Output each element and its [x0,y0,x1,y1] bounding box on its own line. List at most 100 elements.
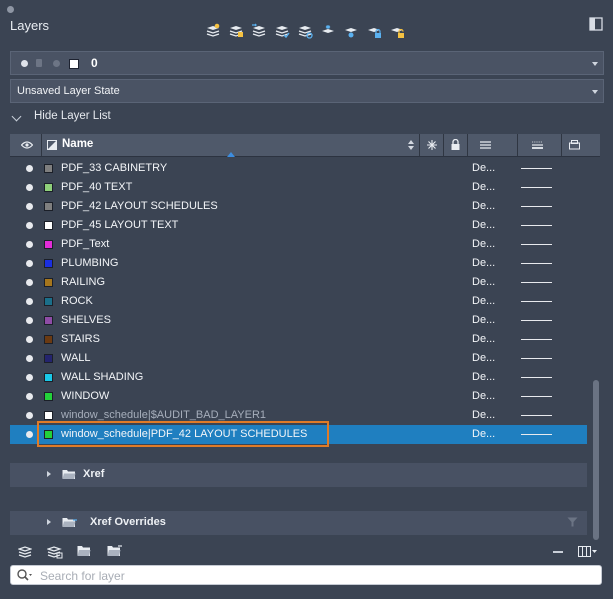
layer-linetype[interactable]: De... [472,238,495,250]
layer-on-icon[interactable] [26,298,33,305]
layer-linetype[interactable]: De... [472,181,495,193]
layer-color-swatch[interactable] [44,411,53,420]
layer-on-icon[interactable] [26,431,33,438]
layer-color-swatch[interactable] [44,183,53,192]
table-row[interactable]: PDF_33 CABINETRY De... [10,159,587,178]
group-xref-overrides[interactable]: Xref Overrides [10,511,587,535]
layer-color-swatch[interactable] [44,297,53,306]
layer-on-icon[interactable] [26,393,33,400]
table-row[interactable]: SHELVES De... [10,311,587,330]
new-layer-icon[interactable] [203,22,224,42]
close-button[interactable] [7,6,14,13]
column-linetype[interactable] [468,134,518,156]
column-freeze[interactable] [420,134,444,156]
layer-color-swatch[interactable] [44,373,53,382]
lock-layer-icon[interactable] [364,22,385,42]
layer-lineweight[interactable] [521,339,552,340]
layer-color-swatch[interactable] [44,354,53,363]
layer-color-swatch[interactable] [44,335,53,344]
layer-lineweight[interactable] [521,225,552,226]
layer-color-swatch[interactable] [44,164,53,173]
layer-linetype[interactable]: De... [472,371,495,383]
table-row[interactable]: ROCK De... [10,292,587,311]
table-row[interactable]: PLUMBING De... [10,254,587,273]
isolate-layer-icon[interactable] [341,22,362,42]
layer-lineweight[interactable] [521,415,552,416]
column-lock[interactable] [444,134,468,156]
layer-color-swatch[interactable] [44,240,53,249]
set-current-layer-icon[interactable] [272,22,293,42]
layer-lineweight[interactable] [521,168,552,169]
layer-lineweight[interactable] [521,320,552,321]
layer-lineweight[interactable] [521,263,552,264]
layer-color-swatch[interactable] [44,202,53,211]
group-xref[interactable]: Xref [10,463,587,487]
layer-lineweight[interactable] [521,396,552,397]
table-row[interactable]: PDF_Text De... [10,235,587,254]
freeze-layer-icon[interactable] [318,22,339,42]
collapse-icon[interactable] [553,551,563,553]
table-row[interactable]: STAIRS De... [10,330,587,349]
vertical-scrollbar[interactable] [593,380,599,540]
layer-linetype[interactable]: De... [472,428,495,440]
layer-states-folder-icon[interactable] [107,545,123,557]
layer-lineweight[interactable] [521,301,552,302]
layer-linetype[interactable]: De... [472,314,495,326]
layer-on-icon[interactable] [26,222,33,229]
layer-linetype[interactable]: De... [472,162,495,174]
table-row[interactable]: WALL De... [10,349,587,368]
layer-linetype[interactable]: De... [472,295,495,307]
dock-panel-icon[interactable] [589,17,603,31]
layer-color-swatch[interactable] [44,392,53,401]
table-row[interactable]: PDF_42 LAYOUT SCHEDULES De... [10,197,587,216]
layer-linetype[interactable]: De... [472,333,495,345]
layer-color-swatch[interactable] [44,259,53,268]
new-vp-frozen-layer-icon[interactable] [226,22,247,42]
column-plot[interactable] [562,134,600,156]
layer-lineweight[interactable] [521,244,552,245]
filter-icon[interactable] [567,517,578,527]
layer-on-icon[interactable] [26,355,33,362]
folder-icon[interactable] [77,545,91,557]
new-group-filter-icon[interactable] [47,545,63,559]
layer-lineweight[interactable] [521,358,552,359]
layer-on-icon[interactable] [26,241,33,248]
column-visibility[interactable] [10,134,42,156]
layer-lineweight[interactable] [521,434,552,435]
layer-color-swatch[interactable] [44,221,53,230]
new-property-filter-icon[interactable] [18,545,32,559]
table-row[interactable]: WINDOW De... [10,387,587,406]
layer-lineweight[interactable] [521,206,552,207]
layer-on-icon[interactable] [26,279,33,286]
unlock-layer-icon[interactable] [387,22,408,42]
layer-linetype[interactable]: De... [472,219,495,231]
layer-lineweight[interactable] [521,377,552,378]
layer-color-swatch[interactable] [44,316,53,325]
layer-on-icon[interactable] [26,165,33,172]
table-row[interactable]: RAILING De... [10,273,587,292]
layer-lineweight[interactable] [521,282,552,283]
table-row[interactable]: PDF_45 LAYOUT TEXT De... [10,216,587,235]
layer-linetype[interactable]: De... [472,409,495,421]
search-input[interactable] [38,568,592,584]
layer-linetype[interactable]: De... [472,352,495,364]
layer-linetype[interactable]: De... [472,257,495,269]
layer-linetype[interactable]: De... [472,276,495,288]
layer-on-icon[interactable] [26,317,33,324]
layer-color-swatch[interactable] [44,278,53,287]
current-layer-dropdown[interactable]: 0 [10,51,604,75]
table-row[interactable]: PDF_40 TEXT De... [10,178,587,197]
layer-lineweight[interactable] [521,187,552,188]
column-settings-icon[interactable] [578,546,598,557]
layer-on-icon[interactable] [26,203,33,210]
move-layer-icon[interactable] [249,22,270,42]
layer-on-icon[interactable] [26,374,33,381]
table-row[interactable]: WALL SHADING De... [10,368,587,387]
layer-linetype[interactable]: De... [472,200,495,212]
layer-linetype[interactable]: De... [472,390,495,402]
layer-on-icon[interactable] [26,412,33,419]
layer-properties-icon[interactable] [295,22,316,42]
layer-state-dropdown[interactable]: Unsaved Layer State [10,79,604,103]
layer-on-icon[interactable] [26,336,33,343]
column-lineweight[interactable] [518,134,562,156]
